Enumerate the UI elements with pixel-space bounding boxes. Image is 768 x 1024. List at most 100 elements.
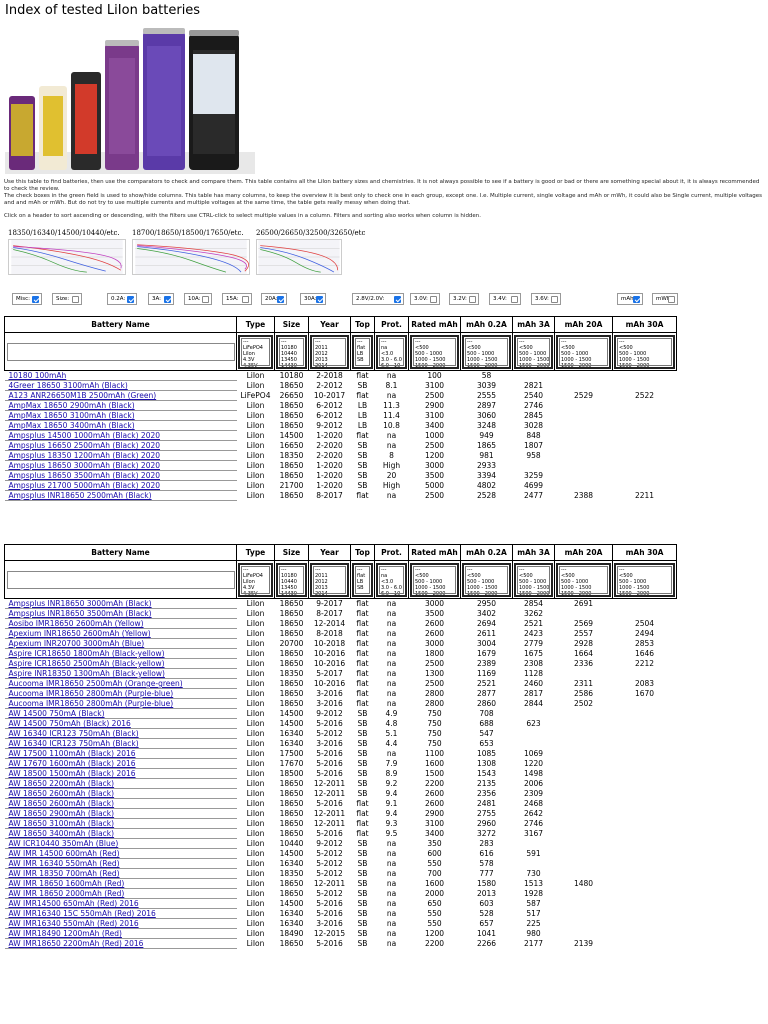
battery-name-link[interactable]: A123 ANR26650M1B 2500mAh (Green) xyxy=(9,391,157,400)
column-header[interactable]: Rated mAh xyxy=(408,544,461,561)
comparator-graph[interactable] xyxy=(8,239,126,275)
battery-name-link[interactable]: AW 17670 1600mAh (Black) 2016 xyxy=(9,759,136,768)
column-filter-select[interactable]: --- <500 500 - 1000 1000 - 1500 1500 - 2… xyxy=(410,334,459,369)
battery-name-link[interactable]: AW IMR14500 650mAh (Red) 2016 xyxy=(9,899,139,908)
battery-name-link[interactable]: Ampsplus INR18650 3000mAh (Black) xyxy=(9,599,152,608)
column-header[interactable]: mAh 0.2A xyxy=(460,316,513,333)
column-toggle-checkbox[interactable] xyxy=(127,296,134,303)
battery-name-link[interactable]: Aspire ICR18650 2500mAh (Black-yellow) xyxy=(9,659,165,668)
comparator-graph[interactable] xyxy=(256,239,342,275)
column-header[interactable]: Type xyxy=(236,316,275,333)
battery-name-link[interactable]: AW IMR 18650 2000mAh (Red) xyxy=(9,889,125,898)
column-toggle-checkbox[interactable] xyxy=(668,296,675,303)
comparator-label[interactable]: 18700/18650/18500/17650/etc. xyxy=(132,229,252,239)
battery-name-link[interactable]: AW IMR18490 1200mAh (Red) xyxy=(9,929,122,938)
battery-name-link[interactable]: AW 18650 2900mAh (Black) xyxy=(9,809,115,818)
column-filter-select[interactable]: --- LiFePO4 LiIon 4.3V 4.35V xyxy=(238,334,273,369)
column-filter-select[interactable]: --- 2011 2012 2013 2014 xyxy=(310,334,349,369)
column-header[interactable]: Year xyxy=(308,316,351,333)
column-filter-select[interactable]: --- <500 500 - 1000 1000 - 1500 1500 - 2… xyxy=(514,334,553,369)
column-toggle-checkbox[interactable] xyxy=(277,296,284,303)
battery-name-link[interactable]: Aspire INR18350 1300mAh (Black-yellow) xyxy=(9,669,165,678)
column-toggle-checkbox[interactable] xyxy=(72,296,79,303)
battery-name-link[interactable]: AW IMR18650 2200mAh (Red) 2016 xyxy=(9,939,144,948)
battery-name-link[interactable]: Aspire ICR18650 1800mAh (Black-yellow) xyxy=(9,649,165,658)
battery-name-link[interactable]: AW ICR10440 350mAh (Blue) xyxy=(9,839,119,848)
column-toggle-checkbox[interactable] xyxy=(551,296,558,303)
battery-name-link[interactable]: Ampsplus 18350 1200mAh (Black) 2020 xyxy=(9,451,161,460)
battery-name-link[interactable]: Ampsplus 21700 5000mAh (Black) 2020 xyxy=(9,481,161,490)
comparator-label[interactable]: 26500/26650/32500/32650/etc xyxy=(256,229,376,239)
battery-name-link[interactable]: AmpMax 18650 3100mAh (Black) xyxy=(9,411,135,420)
column-header[interactable]: mAh 20A xyxy=(554,316,613,333)
battery-name-link[interactable]: AW IMR 18350 700mAh (Red) xyxy=(9,869,120,878)
column-header[interactable]: mAh 30A xyxy=(612,316,677,333)
column-header[interactable]: Size xyxy=(274,316,309,333)
column-header[interactable]: mAh 0.2A xyxy=(460,544,513,561)
column-header[interactable]: Rated mAh xyxy=(408,316,461,333)
column-header[interactable]: Top xyxy=(350,316,375,333)
column-toggle-checkbox[interactable] xyxy=(164,296,171,303)
column-filter-select[interactable]: --- <500 500 - 1000 1000 - 1500 1500 - 2… xyxy=(462,334,511,369)
battery-name-link[interactable]: AW 14500 750mAh (Black) 2016 xyxy=(9,719,131,728)
battery-name-link[interactable]: Ampsplus 18650 3500mAh (Black) 2020 xyxy=(9,471,161,480)
column-filter-select[interactable]: --- <500 500 - 1000 1000 - 1500 1500 - 2… xyxy=(556,334,611,369)
column-header[interactable]: Battery Name xyxy=(4,316,237,333)
battery-name-link[interactable]: Aosibo IMR18650 2600mAh (Yellow) xyxy=(9,619,144,628)
comparator-medium[interactable]: 18700/18650/18500/17650/etc. xyxy=(132,229,252,275)
column-filter-select[interactable]: --- <500 500 - 1000 1000 - 1500 1500 - 2… xyxy=(410,562,459,597)
battery-name-link[interactable]: Ampsplus 18650 3000mAh (Black) 2020 xyxy=(9,461,161,470)
column-header[interactable]: Top xyxy=(350,544,375,561)
column-toggle-checkbox[interactable] xyxy=(316,296,323,303)
battery-name-link[interactable]: Apexium INR20700 3000mAh (Blue) xyxy=(9,639,145,648)
battery-name-link[interactable]: AW IMR 18650 1600mAh (Red) xyxy=(9,879,125,888)
battery-name-link[interactable]: AW IMR 14500 600mAh (Red) xyxy=(9,849,120,858)
battery-name-link[interactable]: AW IMR16340 550mAh (Red) 2016 xyxy=(9,919,139,928)
battery-name-link[interactable]: AW 18650 2600mAh (Black) xyxy=(9,799,115,808)
battery-name-link[interactable]: AmpMax 18650 2900mAh (Black) xyxy=(9,401,135,410)
battery-name-link[interactable]: AW 18650 2600mAh (Black) xyxy=(9,789,115,798)
column-filter-select[interactable]: --- flat LB SB xyxy=(352,334,373,369)
comparator-small[interactable]: 18350/16340/14500/10440/etc. xyxy=(8,229,128,275)
name-filter-input[interactable] xyxy=(6,570,235,589)
battery-name-link[interactable]: AW 18650 3400mAh (Black) xyxy=(9,829,115,838)
battery-name-link[interactable]: Aucooma IMR18650 2800mAh (Purple-blue) xyxy=(9,699,174,708)
column-filter-select[interactable]: --- <500 500 - 1000 1000 - 1500 1500 - 2… xyxy=(462,562,511,597)
battery-name-link[interactable]: 4Greer 18650 3100mAh (Black) xyxy=(9,381,128,390)
column-filter-select[interactable]: --- LiFePO4 LiIon 4.3V 4.35V xyxy=(238,562,273,597)
battery-name-link[interactable]: AW 18650 2200mAh (Black) xyxy=(9,779,115,788)
column-header[interactable]: mAh 3A xyxy=(512,544,555,561)
battery-name-link[interactable]: AW IMR16340 15C 550mAh (Red) 2016 xyxy=(9,909,156,918)
comparator-label[interactable]: 18350/16340/14500/10440/etc. xyxy=(8,229,128,239)
column-header[interactable]: mAh 30A xyxy=(612,544,677,561)
battery-name-link[interactable]: AW 16340 ICR123 750mAh (Black) xyxy=(9,739,139,748)
column-filter-select[interactable]: --- flat LB SB xyxy=(352,562,373,597)
comparator-graph[interactable] xyxy=(132,239,250,275)
battery-name-link[interactable]: Apexium INR18650 2600mAh (Yellow) xyxy=(9,629,151,638)
column-toggle-checkbox[interactable] xyxy=(511,296,518,303)
column-toggle-checkbox[interactable] xyxy=(469,296,476,303)
column-toggle-checkbox[interactable] xyxy=(242,296,249,303)
column-filter-select[interactable]: --- 10180 10440 13450 14430 xyxy=(276,334,307,369)
battery-name-link[interactable]: Ampsplus INR18650 3500mAh (Black) xyxy=(9,609,152,618)
battery-name-link[interactable]: AW 18500 1500mAh (Black) 2016 xyxy=(9,769,136,778)
battery-name-link[interactable]: AW 16340 ICR123 750mAh (Black) xyxy=(9,729,139,738)
column-header[interactable]: Type xyxy=(236,544,275,561)
name-filter-input[interactable] xyxy=(6,342,235,361)
battery-name-link[interactable]: Aucooma IMR18650 2500mAh (Orange-green) xyxy=(9,679,183,688)
comparator-large[interactable]: 26500/26650/32500/32650/etc xyxy=(256,229,376,275)
column-filter-select[interactable]: --- na <3.0 3.0 - 6.0 6.0 - 10 xyxy=(376,562,407,597)
battery-name-link[interactable]: AW IMR 16340 550mAh (Red) xyxy=(9,859,120,868)
battery-name-link[interactable]: AW 14500 750mA (Black) xyxy=(9,709,105,718)
battery-name-link[interactable]: AmpMax 18650 3400mAh (Black) xyxy=(9,421,135,430)
battery-name-link[interactable]: Ampsplus INR18650 2500mAh (Black) xyxy=(9,491,152,500)
column-header[interactable]: Size xyxy=(274,544,309,561)
column-filter-select[interactable]: --- <500 500 - 1000 1000 - 1500 1500 - 2… xyxy=(514,562,553,597)
column-filter-select[interactable]: --- <500 500 - 1000 1000 - 1500 1500 - 2… xyxy=(556,562,611,597)
column-header[interactable]: mAh 3A xyxy=(512,316,555,333)
column-toggle-checkbox[interactable] xyxy=(430,296,437,303)
column-header[interactable]: Prot. xyxy=(374,316,409,333)
column-filter-select[interactable]: --- <500 500 - 1000 1000 - 1500 1500 - 2… xyxy=(614,562,675,597)
battery-name-link[interactable]: Ampsplus 14500 1000mAh (Black) 2020 xyxy=(9,431,161,440)
battery-name-link[interactable]: Ampsplus 16650 2500mAh (Black) 2020 xyxy=(9,441,161,450)
